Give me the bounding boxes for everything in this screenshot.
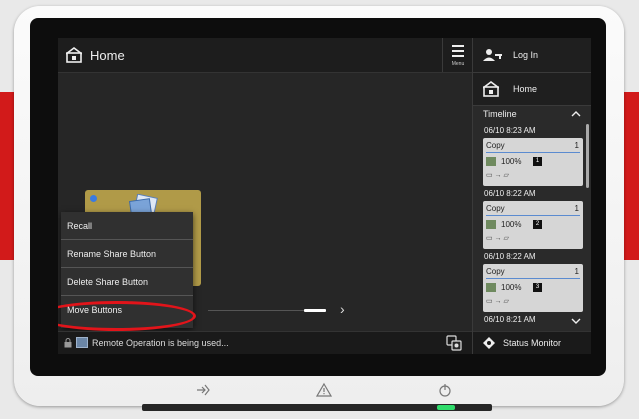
job-flow-icon: ▭ → ▱ bbox=[486, 172, 509, 179]
job-time: 06/10 8:22 AM bbox=[484, 189, 536, 198]
share-status-icon[interactable] bbox=[446, 335, 462, 351]
timeline-header: Timeline bbox=[473, 106, 591, 124]
copy-thumbnail-icon bbox=[486, 220, 496, 229]
timeline-label: Timeline bbox=[483, 109, 517, 119]
touch-screen: Home Menu Recall Rename Share Button Del… bbox=[58, 38, 591, 354]
job-time: 06/10 8:21 AM bbox=[484, 315, 536, 324]
menu-item-delete-share-button[interactable]: Delete Share Button bbox=[61, 268, 193, 296]
status-monitor-label: Status Monitor bbox=[503, 338, 562, 348]
job-name: Copy bbox=[486, 267, 505, 276]
menu-item-rename-share-button[interactable]: Rename Share Button bbox=[61, 240, 193, 268]
power-icon[interactable] bbox=[437, 382, 453, 398]
next-page-arrow[interactable]: › bbox=[340, 302, 345, 316]
status-monitor-icon bbox=[483, 337, 495, 349]
login-label: Log In bbox=[513, 50, 539, 60]
job-count: 1 bbox=[574, 141, 579, 150]
job-flow-icon: ▭ → ▱ bbox=[486, 235, 509, 242]
job-index: 3 bbox=[533, 283, 542, 292]
job-time: 06/10 8:23 AM bbox=[484, 126, 536, 135]
menu-button[interactable]: Menu bbox=[442, 38, 473, 72]
page-indicator-thumb bbox=[304, 309, 326, 312]
login-icon bbox=[483, 49, 502, 61]
menu-item-recall[interactable]: Recall bbox=[61, 212, 193, 240]
chevron-down-icon[interactable] bbox=[571, 316, 581, 326]
job-percent: 100% bbox=[501, 157, 522, 166]
power-led bbox=[437, 405, 455, 410]
main-header: Home Menu bbox=[58, 38, 472, 73]
menu-icon bbox=[452, 45, 464, 60]
timeline-scrollbar[interactable] bbox=[586, 124, 589, 188]
job-percent: 100% bbox=[501, 283, 522, 292]
job-flow-icon: ▭ → ▱ bbox=[486, 298, 509, 305]
home-icon bbox=[483, 81, 499, 97]
job-card[interactable]: Copy 1 100% 3 ▭ → ▱ bbox=[483, 264, 583, 312]
job-count: 1 bbox=[574, 267, 579, 276]
home-button[interactable]: Home bbox=[473, 73, 591, 106]
copy-thumbnail-icon bbox=[486, 283, 496, 292]
job-count: 1 bbox=[574, 204, 579, 213]
remote-icon bbox=[76, 337, 88, 348]
status-monitor-button[interactable]: Status Monitor bbox=[473, 331, 591, 354]
job-percent: 100% bbox=[501, 220, 522, 229]
job-card[interactable]: Copy 1 100% 1 ▭ → ▱ bbox=[483, 138, 583, 186]
job-name: Copy bbox=[486, 141, 505, 150]
status-bar: Remote Operation is being used... bbox=[58, 331, 472, 354]
job-index: 2 bbox=[533, 220, 542, 229]
energy-saver-icon[interactable] bbox=[195, 382, 211, 398]
menu-label: Menu bbox=[451, 61, 465, 67]
job-index: 1 bbox=[533, 157, 542, 166]
lock-icon bbox=[64, 338, 72, 348]
home-label: Home bbox=[513, 84, 538, 94]
page-title: Home bbox=[90, 48, 125, 63]
chevron-up-icon[interactable] bbox=[571, 109, 581, 119]
selected-indicator bbox=[90, 195, 97, 202]
job-name: Copy bbox=[486, 204, 505, 213]
copy-thumbnail-icon bbox=[486, 157, 496, 166]
status-message: Remote Operation is being used... bbox=[92, 338, 229, 348]
job-time: 06/10 8:22 AM bbox=[484, 252, 536, 261]
right-panel: Log In Home Timeline 06/10 8:23 AM Copy … bbox=[472, 38, 591, 354]
warning-icon[interactable] bbox=[316, 382, 332, 398]
job-card[interactable]: Copy 1 100% 2 ▭ → ▱ bbox=[483, 201, 583, 249]
home-icon bbox=[66, 47, 82, 63]
login-button[interactable]: Log In bbox=[473, 38, 591, 73]
